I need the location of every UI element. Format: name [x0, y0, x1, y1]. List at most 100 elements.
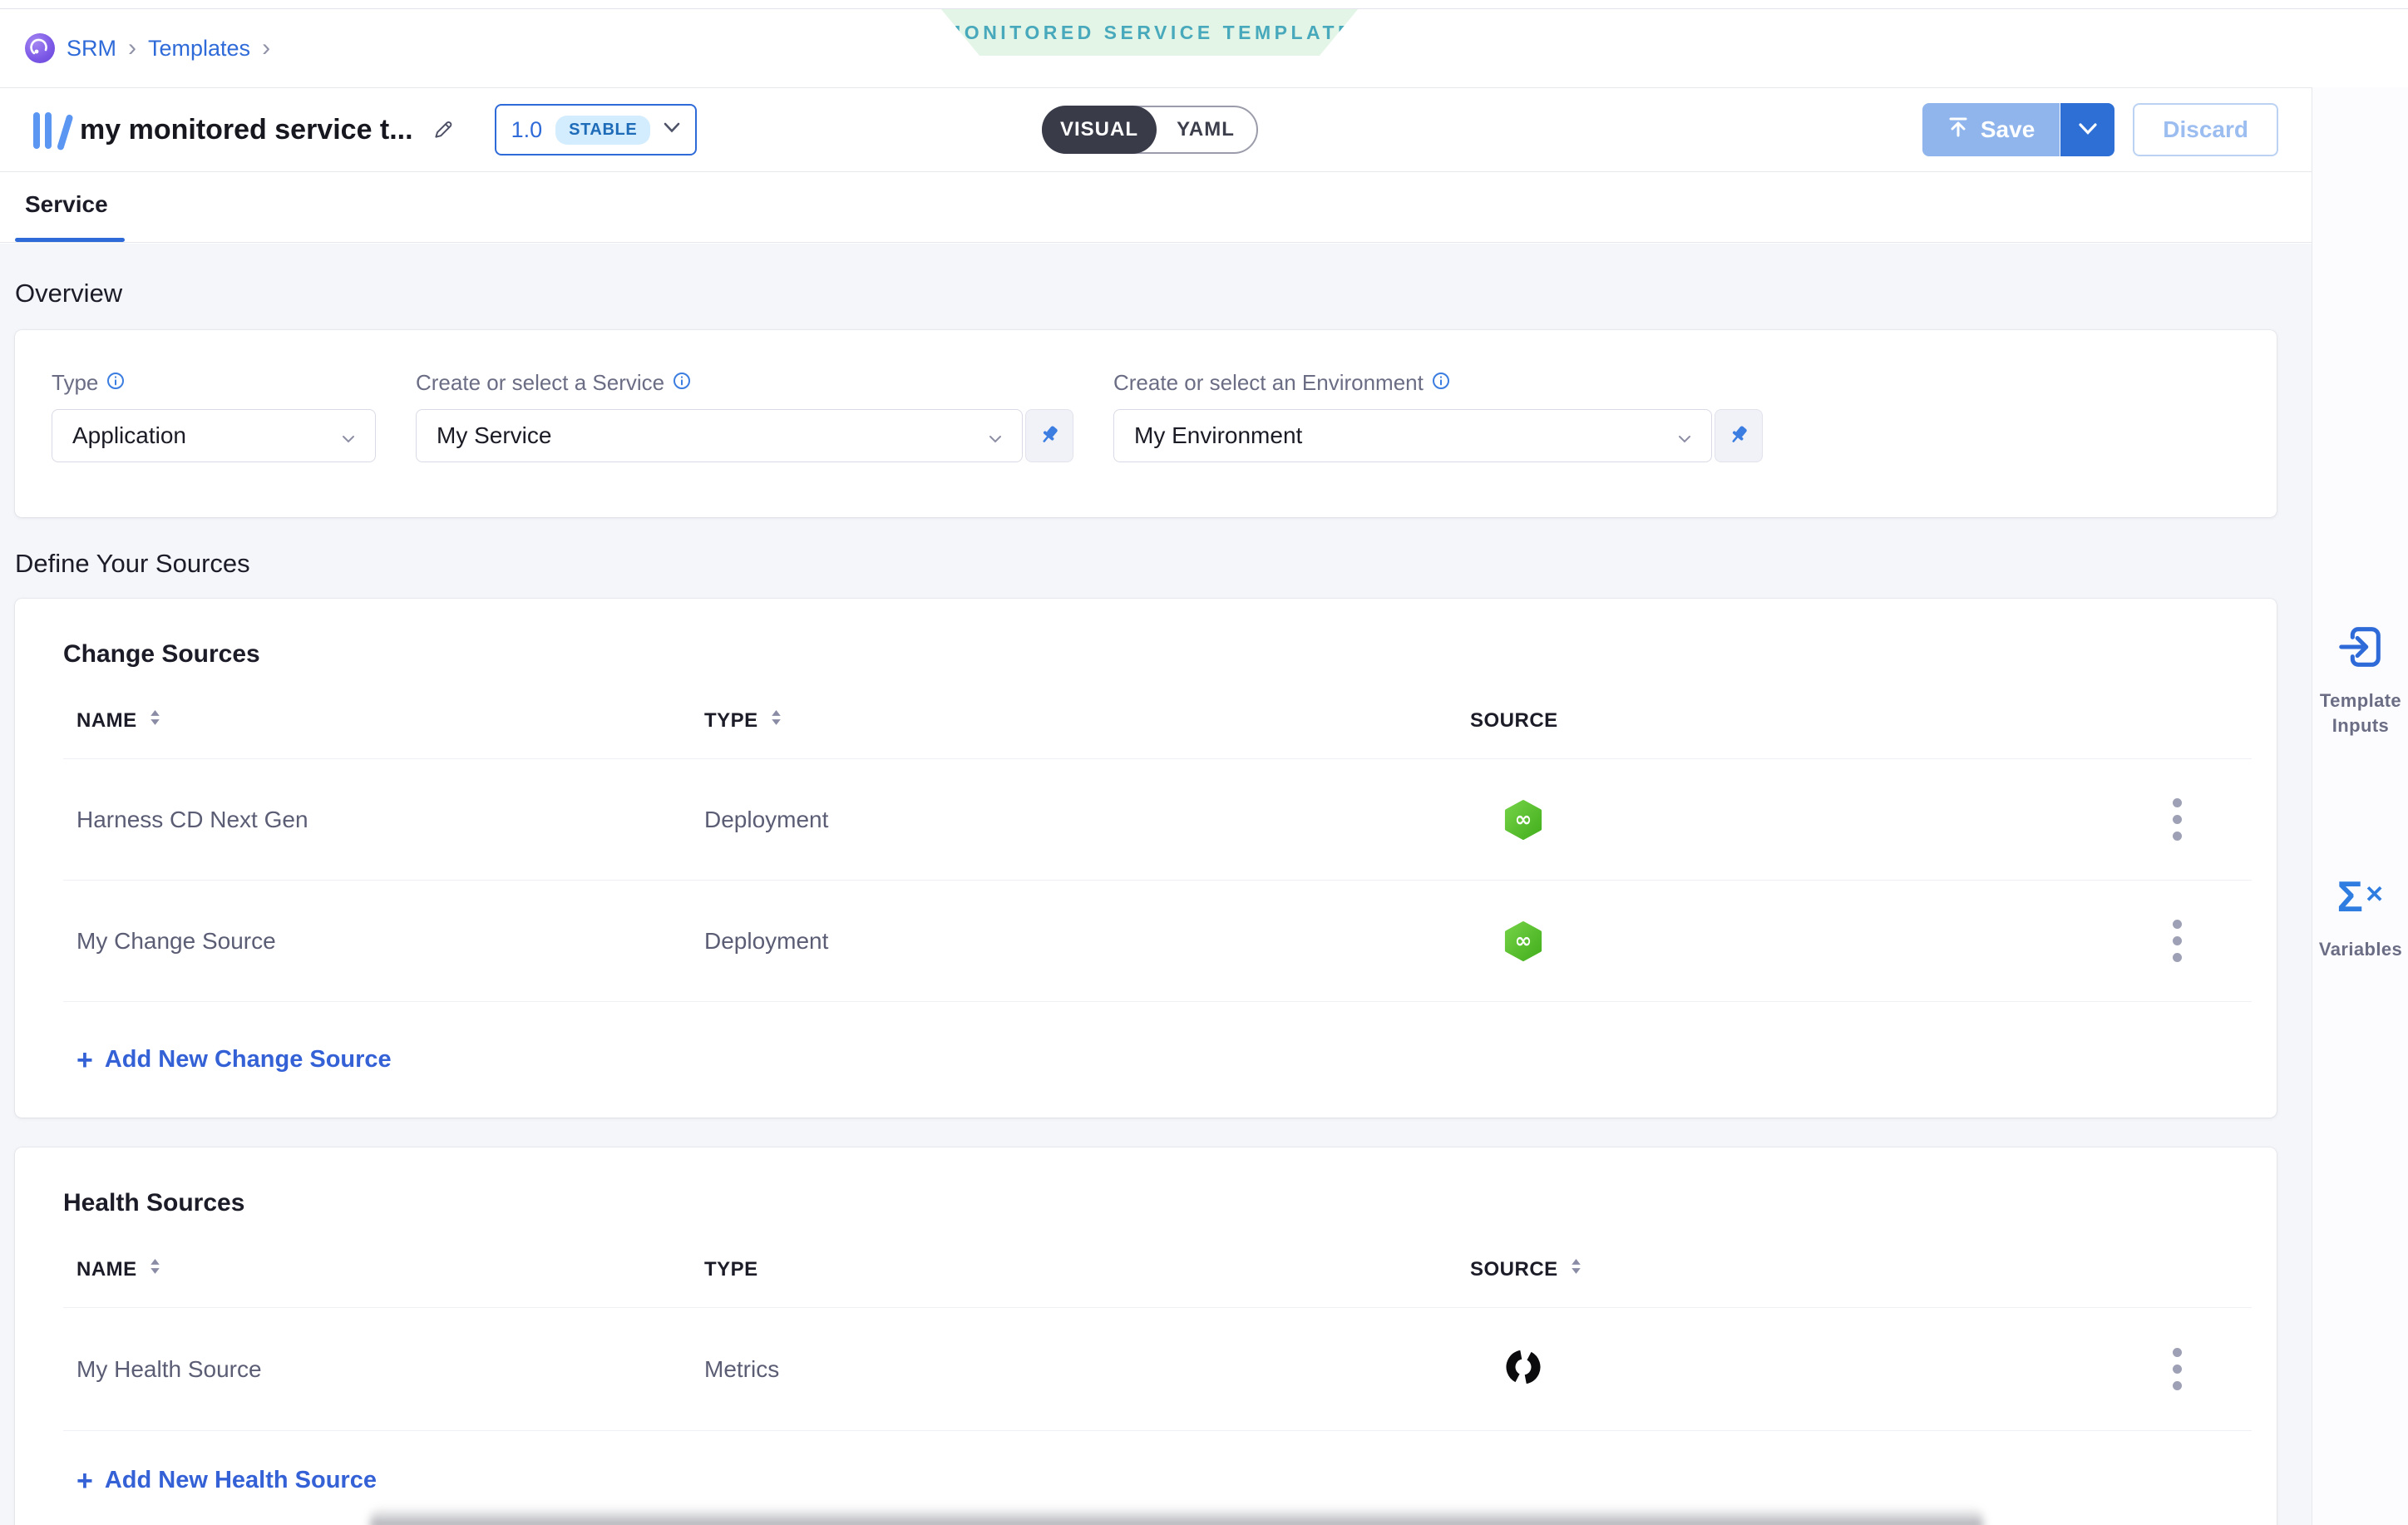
type-field-group: Type Application	[52, 370, 376, 462]
info-icon[interactable]	[106, 370, 125, 396]
column-header-type[interactable]: TYPE	[704, 709, 1457, 733]
breadcrumb-link-srm[interactable]: SRM	[67, 36, 116, 62]
tab-service[interactable]: Service	[25, 191, 108, 218]
service-field-group: Create or select a Service My Service	[416, 370, 1073, 462]
appdynamics-icon	[1457, 1347, 2102, 1391]
active-tab-indicator	[15, 238, 125, 242]
save-button[interactable]: Save	[1922, 103, 2060, 156]
edit-title-button[interactable]	[432, 116, 456, 144]
version-dropdown[interactable]: 1.0 STABLE	[495, 104, 698, 155]
template-inputs-icon	[2335, 621, 2386, 677]
change-source-type: Deployment	[704, 928, 1457, 955]
harness-cd-icon: ∞	[1457, 920, 2102, 962]
sort-icon	[1570, 1258, 1582, 1281]
overview-card: Type Application Create or select a Serv…	[15, 330, 2277, 517]
breadcrumb-separator: ›	[262, 34, 270, 62]
variables-label: Variables	[2319, 937, 2402, 962]
save-split-button: Save	[1922, 103, 2114, 156]
pencil-icon	[432, 116, 456, 144]
service-pin-button[interactable]	[1025, 409, 1073, 462]
column-header-type: TYPE	[704, 1258, 1457, 1281]
chevron-down-icon	[989, 422, 1002, 449]
chevron-down-icon	[1678, 422, 1691, 449]
sort-icon	[149, 1258, 161, 1281]
discard-button[interactable]: Discard	[2133, 103, 2278, 156]
version-status-badge: STABLE	[555, 116, 650, 145]
chevron-down-icon	[664, 122, 680, 137]
breadcrumb-link-templates[interactable]: Templates	[148, 36, 250, 62]
version-number: 1.0	[511, 117, 543, 143]
badge-label: MONITORED SERVICE TEMPLATE	[945, 22, 1354, 44]
add-new-change-source-button[interactable]: + Add New Change Source	[76, 1046, 392, 1074]
environment-field-group: Create or select an Environment My Envir…	[1113, 370, 1763, 462]
environment-value: My Environment	[1134, 422, 1302, 449]
visual-yaml-toggle: VISUAL YAML	[1042, 106, 1258, 154]
srm-module-icon	[25, 33, 55, 63]
column-header-name[interactable]: NAME	[76, 1258, 704, 1281]
template-inputs-label: Template Inputs	[2312, 688, 2408, 738]
type-label: Type	[52, 370, 98, 396]
upload-icon	[1947, 116, 1969, 145]
column-header-source[interactable]: SOURCE	[1457, 1258, 2102, 1281]
environment-label: Create or select an Environment	[1113, 370, 1424, 396]
define-sources-heading: Define Your Sources	[15, 549, 2277, 579]
plus-icon: +	[76, 1467, 93, 1495]
toggle-visual[interactable]: VISUAL	[1042, 106, 1157, 154]
svg-text:∞: ∞	[1515, 928, 1532, 952]
health-sources-table-header: NAME TYPE SOURCE	[63, 1256, 2252, 1284]
variables-button[interactable]: Σ✕ Variables	[2312, 872, 2408, 962]
pushpin-icon	[1727, 423, 1750, 449]
sort-icon	[770, 709, 782, 733]
change-sources-title: Change Sources	[63, 640, 2252, 669]
change-source-name: My Change Source	[76, 928, 704, 955]
row-menu-button[interactable]	[2164, 1340, 2190, 1399]
chevron-down-icon	[342, 422, 355, 449]
row-menu-button[interactable]	[2164, 911, 2190, 970]
template-header: my monitored service t... 1.0 STABLE VIS…	[0, 87, 2312, 172]
header-actions: Save Discard	[1922, 103, 2278, 156]
health-sources-card: Health Sources NAME TYPE SOURCE My Healt…	[15, 1147, 2277, 1525]
main-content: Overview Type Application C	[0, 244, 2312, 1525]
toggle-yaml[interactable]: YAML	[1155, 107, 1256, 152]
pushpin-icon	[1038, 423, 1061, 449]
change-source-type: Deployment	[704, 807, 1457, 833]
harness-cd-icon: ∞	[1457, 799, 2102, 841]
health-source-name: My Health Source	[76, 1356, 704, 1383]
add-new-health-source-button[interactable]: + Add New Health Source	[76, 1467, 377, 1495]
change-sources-card: Change Sources NAME TYPE SOURCE Harness …	[15, 599, 2277, 1118]
environment-dropdown[interactable]: My Environment	[1113, 409, 1712, 462]
info-icon[interactable]	[1432, 370, 1450, 396]
add-change-source-row: + Add New Change Source	[63, 1001, 2252, 1118]
page-title: my monitored service t...	[80, 114, 413, 146]
column-header-source: SOURCE	[1457, 709, 2102, 733]
info-icon[interactable]	[673, 370, 691, 396]
template-inputs-button[interactable]: Template Inputs	[2312, 621, 2408, 738]
change-source-row[interactable]: Harness CD Next Gen Deployment ∞	[63, 758, 2252, 880]
change-source-name: Harness CD Next Gen	[76, 807, 704, 833]
service-value: My Service	[437, 422, 551, 449]
chevron-down-icon	[2079, 123, 2097, 137]
breadcrumb-separator: ›	[128, 34, 136, 62]
overview-heading: Overview	[15, 279, 2277, 308]
plus-icon: +	[76, 1046, 93, 1074]
save-options-caret-button[interactable]	[2060, 103, 2114, 156]
health-source-type: Metrics	[704, 1356, 1457, 1383]
sort-icon	[149, 709, 161, 733]
health-source-row[interactable]: My Health Source Metrics	[63, 1307, 2252, 1430]
service-dropdown[interactable]: My Service	[416, 409, 1023, 462]
type-dropdown[interactable]: Application	[52, 409, 376, 462]
template-library-icon	[33, 111, 63, 149]
change-sources-table-header: NAME TYPE SOURCE	[63, 707, 2252, 735]
change-source-row[interactable]: My Change Source Deployment ∞	[63, 880, 2252, 1001]
app-root: SRM › Templates › MONITORED SERVICE TEMP…	[0, 0, 2408, 1525]
type-value: Application	[72, 422, 186, 449]
service-label: Create or select a Service	[416, 370, 664, 396]
svg-text:∞: ∞	[1515, 807, 1532, 831]
bottom-scroll-shadow	[370, 1507, 1983, 1525]
health-sources-title: Health Sources	[63, 1189, 2252, 1217]
tab-bar: Service	[0, 173, 2312, 243]
row-menu-button[interactable]	[2164, 790, 2190, 849]
environment-pin-button[interactable]	[1715, 409, 1763, 462]
column-header-name[interactable]: NAME	[76, 709, 704, 733]
variables-sigma-icon: Σ✕	[2337, 872, 2385, 925]
